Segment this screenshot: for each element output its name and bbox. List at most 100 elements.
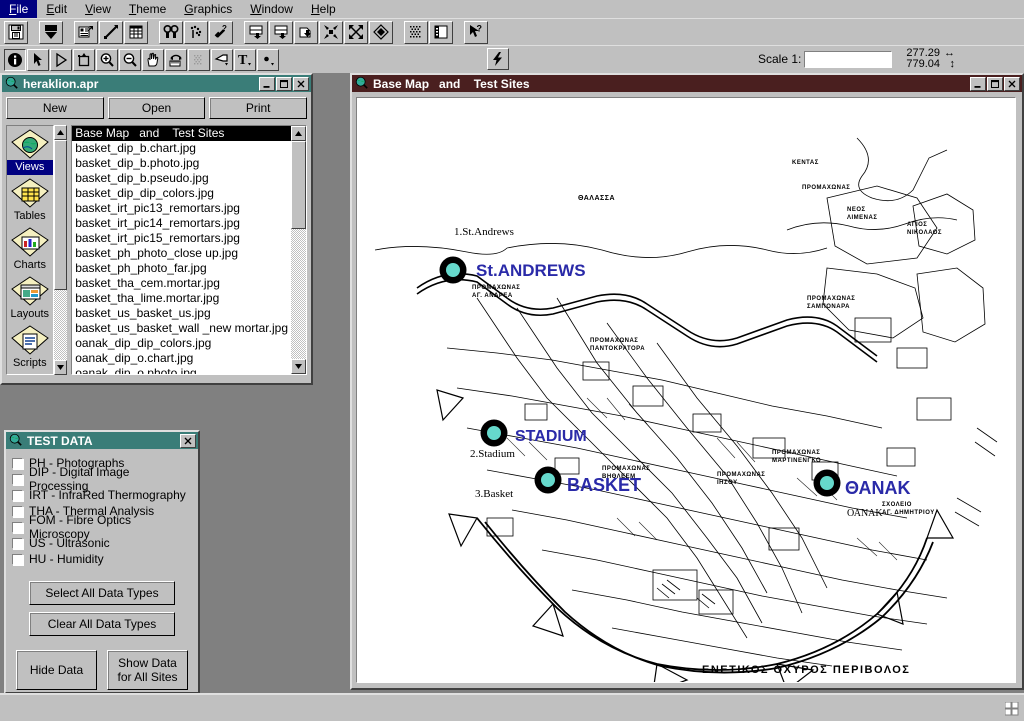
checkbox-ph[interactable]: [12, 457, 23, 469]
test-data-titlebar[interactable]: TEST DATA: [6, 432, 198, 449]
document-list-item[interactable]: basket_irt_pic13_remortars.jpg: [72, 201, 291, 216]
theme-table-button[interactable]: [429, 20, 453, 44]
minimize-button[interactable]: [970, 76, 986, 91]
text-tool[interactable]: T: [234, 48, 256, 71]
checkbox-dip-row[interactable]: DIP - Digital Image Processing: [12, 465, 192, 493]
scrollbar-track[interactable]: [53, 290, 68, 360]
label-tool[interactable]: [211, 48, 233, 71]
map-window-titlebar[interactable]: Base Map and Test Sites: [352, 75, 1022, 92]
zoom-in-tool[interactable]: [96, 48, 118, 71]
scroll-up-button[interactable]: [53, 125, 68, 140]
checkbox-fom[interactable]: [12, 521, 23, 533]
document-list-item[interactable]: basket_dip_dip_colors.jpg: [72, 186, 291, 201]
maximize-button[interactable]: [276, 76, 292, 91]
site-marker[interactable]: [480, 419, 508, 450]
checkbox-fom-row[interactable]: FOM - Fibre Optics Microscopy: [12, 513, 192, 541]
document-list-item[interactable]: Base Map and Test Sites: [72, 126, 291, 141]
scale-input[interactable]: [804, 50, 893, 68]
checkbox-dip[interactable]: [12, 473, 23, 485]
document-list-item[interactable]: basket_irt_pic15_remortars.jpg: [72, 231, 291, 246]
zoom-to-previous-extent-button[interactable]: [294, 20, 318, 44]
doctype-tables[interactable]: Tables: [7, 175, 53, 224]
menu-file[interactable]: File: [0, 0, 38, 18]
document-list-item[interactable]: basket_tha_cem.mortar.jpg: [72, 276, 291, 291]
print-button[interactable]: Print: [209, 97, 308, 119]
menu-edit[interactable]: Edit: [37, 0, 76, 18]
select-pointer-tool[interactable]: [27, 48, 49, 71]
scrollbar-track[interactable]: [291, 229, 306, 359]
resize-grip[interactable]: [1004, 701, 1019, 716]
hide-data-button[interactable]: Hide Data: [16, 650, 97, 690]
show-data-for-all-sites-button[interactable]: Show Data for All Sites: [107, 650, 188, 690]
vertex-edit-tool[interactable]: [50, 48, 72, 71]
select-feature-tool[interactable]: [73, 48, 95, 71]
document-list-item[interactable]: basket_irt_pic14_remortars.jpg: [72, 216, 291, 231]
zoom-to-full-extent-button[interactable]: [344, 20, 368, 44]
checkbox-irt-row[interactable]: IRT - InfraRed Thermography: [12, 487, 192, 503]
select-features-button[interactable]: [369, 20, 393, 44]
site-marker[interactable]: [439, 256, 467, 287]
measure-tool[interactable]: [165, 48, 187, 71]
doctype-layouts[interactable]: Layouts: [7, 273, 53, 322]
find-button[interactable]: [159, 20, 183, 44]
open-button[interactable]: Open: [107, 97, 206, 119]
doctype-scrollbar[interactable]: [53, 125, 68, 375]
document-list-scrollbar[interactable]: [291, 126, 306, 374]
scrollbar-thumb[interactable]: [53, 140, 68, 290]
identify-tool[interactable]: [4, 48, 26, 71]
doctype-views[interactable]: Views: [7, 126, 53, 175]
hot-link-button[interactable]: [487, 48, 509, 70]
document-list-item[interactable]: basket_ph_photo_far.jpg: [72, 261, 291, 276]
select-all-data-types-button[interactable]: Select All Data Types: [29, 581, 175, 605]
new-button[interactable]: New: [6, 97, 104, 119]
open-theme-table-button[interactable]: [124, 20, 148, 44]
clear-selected-features-button[interactable]: [404, 20, 428, 44]
draw-point-tool[interactable]: [257, 48, 279, 71]
document-list-item[interactable]: basket_us_basket_us.jpg: [72, 306, 291, 321]
document-list-item[interactable]: basket_ph_photo_close up.jpg: [72, 246, 291, 261]
menu-view[interactable]: View: [76, 0, 120, 18]
project-window-titlebar[interactable]: heraklion.apr: [2, 75, 311, 92]
clear-all-data-types-button[interactable]: Clear All Data Types: [29, 612, 175, 636]
locate-address-button[interactable]: [184, 20, 208, 44]
document-list-item[interactable]: oanak_dip_o.photo.jpg: [72, 366, 291, 374]
site-marker[interactable]: [534, 466, 562, 497]
menu-window[interactable]: Window: [241, 0, 302, 18]
help-button[interactable]: ?: [464, 20, 488, 44]
document-list[interactable]: Base Map and Test Sites basket_dip_b.char…: [72, 126, 291, 374]
document-list-item[interactable]: basket_dip_b.photo.jpg: [72, 156, 291, 171]
close-button[interactable]: [293, 76, 309, 91]
doctype-scripts[interactable]: Scripts: [7, 322, 53, 371]
zoom-to-selected-button[interactable]: [244, 20, 268, 44]
document-list-item[interactable]: basket_tha_lime.mortar.jpg: [72, 291, 291, 306]
scroll-down-button[interactable]: [291, 359, 306, 374]
zoom-out-tool[interactable]: [119, 48, 141, 71]
close-button[interactable]: [1004, 76, 1020, 91]
checkbox-hu[interactable]: [12, 553, 23, 565]
menu-help[interactable]: Help: [302, 0, 345, 18]
scroll-down-button[interactable]: [53, 360, 68, 375]
checkbox-irt[interactable]: [12, 489, 23, 501]
document-list-item[interactable]: oanak_dip_dip_colors.jpg: [72, 336, 291, 351]
document-list-item[interactable]: basket_dip_b.pseudo.jpg: [72, 171, 291, 186]
checkbox-us[interactable]: [12, 537, 23, 549]
document-type-list[interactable]: Views Tables Charts Layouts Scripts: [6, 125, 54, 375]
close-button[interactable]: [180, 433, 196, 448]
edit-legend-button[interactable]: [99, 20, 123, 44]
zoom-out-full-button[interactable]: [319, 20, 343, 44]
save-project-button[interactable]: [4, 20, 28, 44]
map-canvas[interactable]: 1.St.Andrews 2.Stadium 3.Basket ΘΑΛΑΣΣΑ ΚΕΝΤ…: [356, 97, 1016, 683]
query-builder-button[interactable]: ?: [209, 20, 233, 44]
scrollbar-thumb[interactable]: [291, 141, 306, 229]
theme-properties-button[interactable]: [74, 20, 98, 44]
document-list-item[interactable]: oanak_dip_o.chart.jpg: [72, 351, 291, 366]
document-list-item[interactable]: basket_dip_b.chart.jpg: [72, 141, 291, 156]
menu-graphics[interactable]: Graphics: [175, 0, 241, 18]
pan-tool[interactable]: [142, 48, 164, 71]
zoom-to-active-theme-button[interactable]: [269, 20, 293, 44]
hot-link-tool[interactable]: [188, 48, 210, 71]
maximize-button[interactable]: [987, 76, 1003, 91]
document-list-item[interactable]: basket_us_basket_wall _new mortar.jpg: [72, 321, 291, 336]
add-theme-button[interactable]: [39, 20, 63, 44]
doctype-charts[interactable]: Charts: [7, 224, 53, 273]
